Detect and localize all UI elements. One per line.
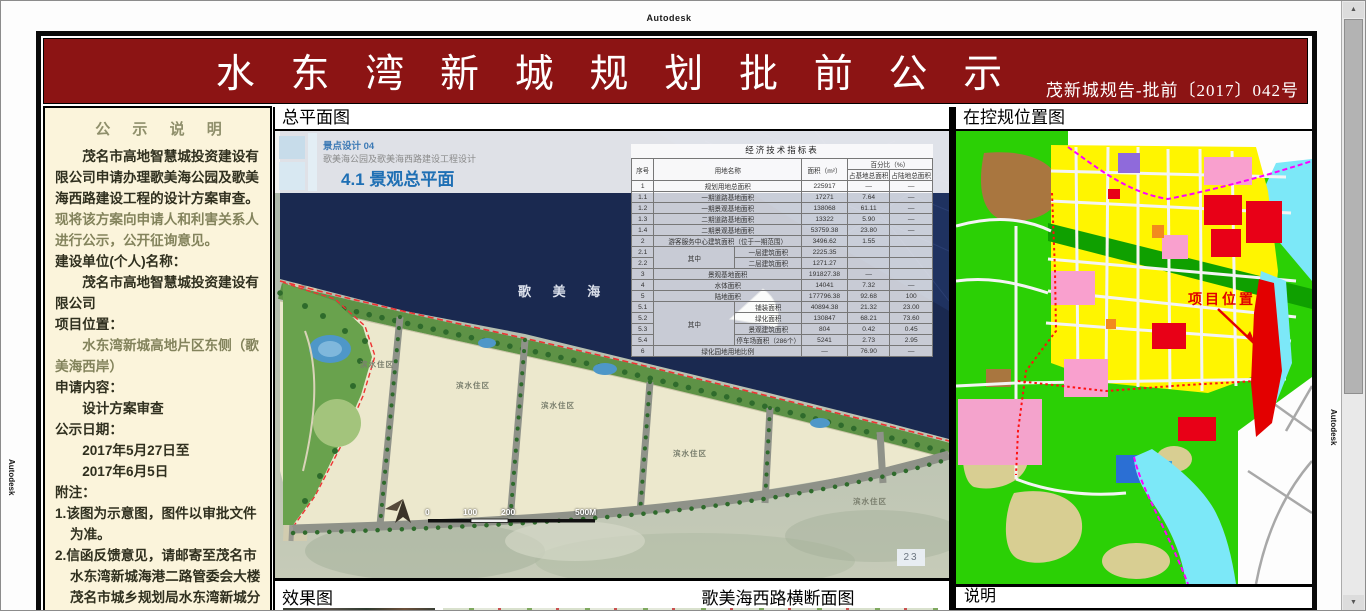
cross-section-header: 歌美海西路横断面图 — [702, 584, 855, 609]
notice-line: 现将该方案向申请人和利害关系人进行公示，公开征询意见。 — [55, 209, 262, 251]
notice-line: 申请内容： — [55, 377, 262, 398]
table-title: 经济技术指标表 — [631, 144, 933, 156]
parcel-label: 滨水住区 — [456, 380, 490, 391]
table-row: 5陆地面积177796.3892.68100 — [632, 291, 933, 302]
table-row: 1规划用地总面积225917—— — [632, 181, 933, 192]
plan-sheet-tag: 景点设计 04 — [323, 138, 374, 152]
location-panel: 在控规位置图 — [949, 107, 1312, 611]
notice-line: 茂名市高地智慧城投资建设有限公司 — [55, 272, 262, 314]
table-row: 1.2一期景观基地面积13806861.11— — [632, 203, 933, 214]
scroll-down-icon: ▼ — [1350, 599, 1357, 606]
table-row: 序号用地名称面积（m²）百分比（%） — [632, 159, 933, 170]
table-row: 2游客服务中心建筑面积（位于一期范围）3496.621.55 — [632, 236, 933, 247]
document-number: 茂新城规告-批前〔2017〕042号 — [1046, 76, 1299, 101]
plan-sheet-title: 4.1 景观总平面 — [341, 165, 454, 190]
viewer-window: Autodesk Autodesk Autodesk 水 东 湾 新 城 规 划… — [0, 0, 1366, 611]
scroll-down-button[interactable]: ▼ — [1343, 595, 1364, 611]
sea-name-label: 歌 美 海 — [518, 281, 609, 300]
plan-header-decor — [279, 162, 305, 190]
table-row: 1.3二期道路基地面积133225.90— — [632, 214, 933, 225]
notice-body: 茂名市高地智慧城投资建设有限公司申请办理歌美海公园及歌美海西路建设工程的设计方案… — [55, 146, 262, 611]
autodesk-watermark-left: Autodesk — [7, 459, 16, 495]
effect-view-header: 效果图 — [282, 584, 333, 609]
notice-line: 2017年5月27日至 — [55, 440, 262, 461]
table-row: 1.1一期道路基地面积172717.64— — [632, 192, 933, 203]
table-row: 6绿化园地用地比例—76.90— — [632, 346, 933, 357]
zoning-map-graphic — [956, 131, 1312, 584]
notice-line: 水东湾新城高地片区东侧（歌美海西岸） — [55, 335, 262, 377]
table-body: 1规划用地总面积225917——1.1一期道路基地面积172717.64—1.2… — [632, 181, 933, 357]
notice-line: 项目位置： — [55, 314, 262, 335]
economic-indicators-table: 经济技术指标表 序号用地名称面积（m²）百分比（%）占基地总面积占陆地总面积 1… — [631, 144, 933, 357]
table-row: 2.1其中一层建筑面积2225.35 — [632, 247, 933, 258]
project-location-label: 项目位置 — [1188, 289, 1256, 309]
document-title-bar: 水 东 湾 新 城 规 划 批 前 公 示 茂新城规告-批前〔2017〕042号 — [43, 38, 1308, 104]
autodesk-watermark-right: Autodesk — [1329, 409, 1338, 445]
autodesk-watermark-top: Autodesk — [1, 13, 1337, 23]
page-title: 水 东 湾 新 城 规 划 批 前 公 示 — [44, 43, 1187, 99]
notice-line: 建设单位(个人)名称： — [55, 251, 262, 272]
scrollbar-thumb[interactable] — [1344, 19, 1363, 394]
scale-tick: 0 — [425, 507, 430, 517]
notice-line: 设计方案审查 — [55, 398, 262, 419]
planning-notice-document: 水 东 湾 新 城 规 划 批 前 公 示 茂新城规告-批前〔2017〕042号… — [36, 31, 1317, 611]
table-head: 序号用地名称面积（m²）百分比（%）占基地总面积占陆地总面积 — [632, 159, 933, 181]
plan-project-name: 歌美海公园及歌美海西路建设工程设计 — [323, 152, 476, 165]
scroll-up-button[interactable]: ▲ — [1343, 2, 1364, 18]
parcel-label: 滨水住区 — [853, 496, 887, 507]
notice-line: 2017年6月5日 — [55, 461, 262, 482]
table-row: 5.1其中铺装面积40894.3821.3223.00 — [632, 302, 933, 313]
notice-heading: 公 示 说 明 — [64, 118, 262, 139]
table-row: 4水体面积140417.32— — [632, 280, 933, 291]
vertical-scrollbar[interactable]: ▲ ▼ — [1341, 1, 1365, 611]
notice-line: 2.信函反馈意见，请邮寄至茂名市水东湾新城海港二路管委会大楼茂名市城乡规划局水东… — [55, 545, 262, 611]
location-map-header: 在控规位置图 — [956, 107, 1312, 131]
parcel-label: 滨水住区 — [673, 448, 707, 459]
site-plan-header: 总平面图 — [275, 107, 949, 131]
parcel-label: 滨水住区 — [541, 400, 575, 411]
table-row: 3景观基地面积191827.38— — [632, 269, 933, 280]
legend-header: 说明 — [956, 584, 1312, 610]
scale-tick: 200 — [501, 507, 515, 517]
notice-line: 1.该图为示意图，图件以审批文件为准。 — [55, 503, 262, 545]
scale-tick: 500M — [575, 507, 596, 517]
site-plan-panel: 总平面图 — [273, 107, 949, 611]
sheet-page-number: 23 — [897, 549, 925, 566]
parcel-label: 滨水住区 — [360, 359, 394, 370]
plan-header-decor — [308, 133, 317, 191]
notice-line: 茂名市高地智慧城投资建设有限公司申请办理歌美海公园及歌美海西路建设工程的设计方案… — [55, 146, 262, 209]
bottom-section-band: 效果图 歌美海西路横断面图 — [275, 578, 949, 611]
public-notice-panel: 公 示 说 明 茂名市高地智慧城投资建设有限公司申请办理歌美海公园及歌美海西路建… — [43, 106, 272, 611]
plan-header-decor — [279, 136, 305, 159]
site-plan-image: 景点设计 04 歌美海公园及歌美海西路建设工程设计 4.1 景观总平面 歌 美 … — [275, 131, 949, 578]
regulatory-location-map: 项目位置 — [956, 131, 1312, 584]
scroll-up-icon: ▲ — [1350, 6, 1357, 13]
table-row: 1.4二期景观基地面积53759.3823.80— — [632, 225, 933, 236]
notice-line: 公示日期： — [55, 419, 262, 440]
scale-tick: 100 — [463, 507, 477, 517]
notice-line: 附注： — [55, 482, 262, 503]
